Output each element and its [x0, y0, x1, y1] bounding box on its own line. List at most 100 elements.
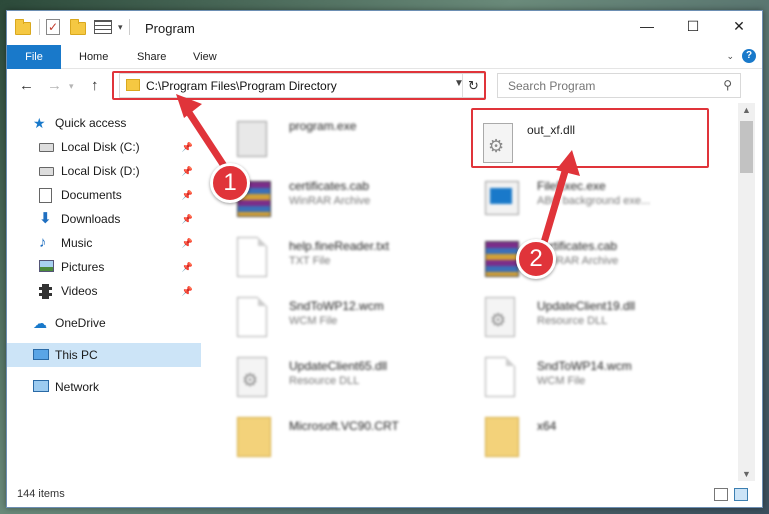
star-icon: ★	[33, 115, 46, 131]
file-name: SndToWP12.wcm	[289, 299, 384, 313]
status-bar: 144 items	[7, 483, 762, 507]
file-item[interactable]: help.fineReader.txt TXT File	[217, 229, 457, 285]
pin-icon[interactable]: 📌	[182, 238, 193, 249]
properties-icon[interactable]	[94, 19, 112, 35]
pin-icon[interactable]: 📌	[182, 142, 193, 153]
sidebar-item-downloads[interactable]: ⬇ Downloads 📌	[7, 207, 201, 231]
file-name: SndToWP14.wcm	[537, 359, 632, 373]
sidebar-item-label: OneDrive	[55, 316, 106, 330]
drive-icon	[39, 140, 55, 154]
search-icon[interactable]: ⚲	[723, 78, 732, 92]
file-type: WCM File	[289, 315, 338, 327]
details-view-icon[interactable]	[714, 488, 728, 501]
recent-locations-icon[interactable]: ▾	[69, 81, 74, 92]
pin-icon[interactable]: 📌	[182, 166, 193, 177]
folder-icon[interactable]	[15, 19, 33, 35]
file-type: ABC background exe...	[537, 195, 651, 207]
forward-button[interactable]: →	[47, 77, 62, 94]
file-item[interactable]: certificates.cab WinRAR Archive	[465, 229, 705, 285]
step-1-badge: 1	[210, 163, 250, 203]
file-item[interactable]: UpdateClient65.dll Resource DLL	[217, 349, 457, 405]
file-type: TXT File	[289, 255, 331, 267]
file-item[interactable]: certificates.cab WinRAR Archive	[217, 169, 457, 225]
sidebar-item-local-disk-d[interactable]: Local Disk (D:) 📌	[7, 159, 201, 183]
back-button[interactable]: ←	[19, 77, 34, 94]
tab-share[interactable]: Share	[123, 45, 180, 69]
tab-file[interactable]: File	[7, 45, 61, 69]
navigation-pane: ★ Quick access Local Disk (C:) 📌 Local D…	[7, 107, 203, 479]
maximize-button[interactable]: ☐	[670, 11, 716, 41]
file-type: WCM File	[537, 375, 586, 387]
view-buttons	[714, 488, 748, 501]
downloads-icon: ⬇	[39, 210, 52, 227]
window-controls: — ☐ ✕	[624, 11, 762, 41]
dll-icon	[237, 357, 273, 401]
sidebar-item-label: Downloads	[61, 212, 121, 226]
documents-icon	[39, 188, 55, 203]
sidebar-item-quick-access[interactable]: ★ Quick access	[7, 111, 201, 135]
scrollbar-thumb[interactable]	[740, 121, 753, 173]
pin-icon[interactable]: 📌	[182, 262, 193, 273]
step-2-badge: 2	[516, 239, 556, 279]
network-icon	[33, 380, 49, 394]
file-type: WinRAR Archive	[289, 195, 371, 207]
ribbon-right: ⌄ ?	[726, 49, 756, 63]
file-name: UpdateClient65.dll	[289, 359, 388, 373]
txt-icon	[237, 237, 273, 281]
exe-icon	[485, 177, 521, 221]
pin-icon[interactable]: 📌	[182, 286, 193, 297]
item-count: 144 items	[17, 488, 65, 500]
up-button[interactable]: ↑	[91, 77, 99, 94]
sidebar-item-onedrive[interactable]: ☁ OneDrive	[7, 311, 201, 335]
sidebar-item-videos[interactable]: Videos 📌	[7, 279, 201, 303]
file-name: Microsoft.VC90.CRT	[289, 419, 399, 433]
new-folder-icon[interactable]	[70, 19, 88, 35]
minimize-button[interactable]: —	[624, 11, 670, 41]
file-item[interactable]: x64	[465, 409, 705, 465]
toolbar-separator	[39, 19, 40, 35]
tab-view[interactable]: View	[179, 45, 231, 69]
help-icon[interactable]: ?	[742, 49, 756, 63]
file-item[interactable]: UpdateClient19.dll Resource DLL	[465, 289, 705, 345]
folder-icon	[237, 417, 273, 461]
file-item[interactable]: Microsoft.VC90.CRT	[217, 409, 457, 465]
music-icon: ♪	[39, 234, 47, 251]
tab-home[interactable]: Home	[65, 45, 122, 69]
vertical-scrollbar[interactable]: ▲ ▼	[738, 103, 755, 481]
file-item[interactable]: SndToWP12.wcm WCM File	[217, 289, 457, 345]
file-name: UpdateClient19.dll	[537, 299, 636, 313]
sidebar-item-label: This PC	[55, 348, 98, 362]
pc-icon	[33, 348, 49, 362]
sidebar-item-network[interactable]: Network	[7, 375, 201, 399]
txt-icon	[237, 297, 273, 341]
onedrive-icon: ☁	[33, 315, 47, 331]
search-input[interactable]	[498, 74, 708, 97]
sidebar-item-pictures[interactable]: Pictures 📌	[7, 255, 201, 279]
sidebar-item-label: Local Disk (C:)	[61, 140, 140, 154]
pin-icon[interactable]: 📌	[182, 214, 193, 225]
large-icons-view-icon[interactable]	[734, 488, 748, 501]
file-name: FileExec.exe	[537, 179, 606, 193]
sidebar-item-this-pc[interactable]: This PC	[7, 343, 201, 367]
pin-icon[interactable]: 📌	[182, 190, 193, 201]
sidebar-item-label: Local Disk (D:)	[61, 164, 140, 178]
sidebar-item-music[interactable]: ♪ Music 📌	[7, 231, 201, 255]
search-box[interactable]: ⚲	[497, 73, 741, 98]
toolbar-separator	[128, 19, 130, 35]
title-bar: ✓ ▾ Program — ☐ ✕	[7, 11, 762, 45]
file-item[interactable]: SndToWP14.wcm WCM File	[465, 349, 705, 405]
properties-check-icon[interactable]: ✓	[46, 19, 64, 35]
file-name: help.fineReader.txt	[289, 239, 390, 253]
scroll-down-icon[interactable]: ▼	[742, 469, 751, 479]
file-type: Resource DLL	[537, 315, 608, 327]
scroll-up-icon[interactable]: ▲	[742, 105, 751, 115]
sidebar-item-documents[interactable]: Documents 📌	[7, 183, 201, 207]
expand-ribbon-icon[interactable]: ⌄	[726, 51, 734, 62]
close-button[interactable]: ✕	[716, 11, 762, 41]
file-item[interactable]: program.exe	[217, 109, 457, 165]
chevron-down-icon[interactable]: ▾	[118, 22, 123, 33]
folder-icon	[485, 417, 521, 461]
file-item[interactable]: FileExec.exe ABC background exe...	[465, 169, 705, 225]
sidebar-item-label: Quick access	[55, 116, 127, 130]
sidebar-item-local-disk-c[interactable]: Local Disk (C:) 📌	[7, 135, 201, 159]
